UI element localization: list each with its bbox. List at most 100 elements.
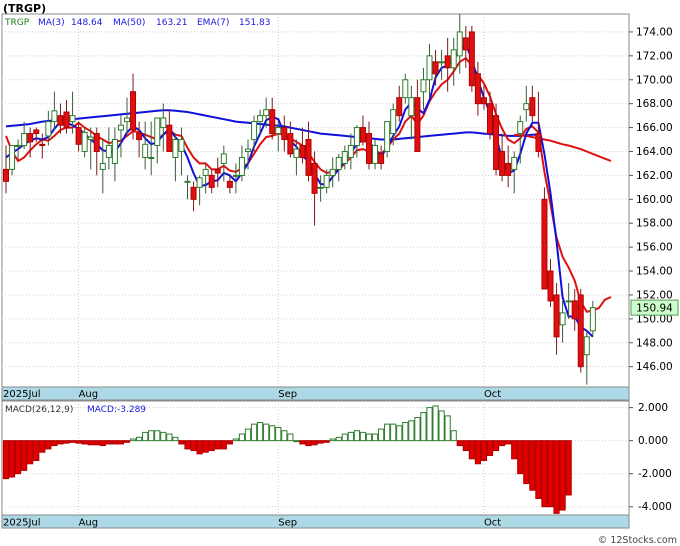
macd-bar-positive xyxy=(390,423,397,442)
candle-body-up xyxy=(21,133,28,147)
macd-bar-negative xyxy=(123,440,131,443)
macd-bar-positive xyxy=(426,407,433,442)
candle xyxy=(541,187,548,290)
candle-body-up xyxy=(184,180,191,183)
macd-bar-negative xyxy=(299,440,306,445)
candle-body-up xyxy=(565,300,572,303)
macd-bar-positive xyxy=(396,425,403,442)
candle-body-down xyxy=(541,198,548,290)
legend-ema7-value: 151.83 xyxy=(239,18,271,28)
macd-bar-negative xyxy=(51,440,58,447)
candle-body-up xyxy=(408,97,415,117)
macd-bar-positive xyxy=(371,433,379,442)
candle-body-up xyxy=(317,186,324,189)
macd-bar-positive xyxy=(257,421,264,442)
chart-title: (TRGP) xyxy=(3,2,46,15)
macd-bar-negative xyxy=(75,440,82,444)
price-y-tick-label: 160.00 xyxy=(636,194,673,206)
macd-bar-negative xyxy=(33,440,40,461)
candle-body-up xyxy=(372,145,379,164)
candle-body-up xyxy=(511,156,518,170)
macd-bar-negative xyxy=(311,440,318,446)
candle-body-up xyxy=(245,148,251,152)
candle-body-up xyxy=(517,121,524,135)
macd-bar-positive xyxy=(365,433,373,442)
macd-bar-positive xyxy=(378,428,385,442)
macd-bar-negative xyxy=(81,440,88,445)
macd-bar-negative xyxy=(511,440,518,460)
price-y-tick-label: 164.00 xyxy=(636,146,673,158)
candle-body-up xyxy=(251,121,258,141)
candle-body-down xyxy=(166,124,173,152)
macd-bar-negative xyxy=(517,440,524,475)
macd-bar-negative xyxy=(480,440,488,461)
candle-body-down xyxy=(535,133,542,152)
macd-bar-positive xyxy=(450,430,457,442)
macd-bar-negative xyxy=(69,440,76,443)
candle-body-up xyxy=(583,336,590,356)
macd-bar-negative xyxy=(492,440,500,452)
candle-body-down xyxy=(359,127,366,143)
macd-bar-negative xyxy=(317,440,324,444)
macd-x-tick-label: Oct xyxy=(484,518,501,529)
macd-x-tick-label: Aug xyxy=(79,518,99,529)
macd-bar-positive xyxy=(402,421,409,442)
macd-bar-negative xyxy=(541,440,548,508)
macd-bar-positive xyxy=(408,420,415,442)
macd-bar-positive xyxy=(384,423,391,442)
price-y-axis: 146.00148.00150.00152.00154.00156.00158.… xyxy=(629,26,673,373)
last-price-tag: 150.94 xyxy=(630,299,679,316)
candle-body-down xyxy=(474,73,481,105)
candle-body-up xyxy=(51,110,58,123)
macd-y-tick-label: 2.000 xyxy=(638,402,668,414)
price-y-tick-label: 162.00 xyxy=(636,170,673,182)
candle-body-up xyxy=(402,79,409,99)
candle-body-up xyxy=(99,162,106,170)
candle-body-down xyxy=(190,186,197,200)
candle-body-up xyxy=(124,117,130,123)
candle-body-down xyxy=(366,133,372,164)
candle-body-up xyxy=(15,145,22,148)
candle-body-down xyxy=(287,133,294,155)
candle-body-up xyxy=(341,150,348,164)
candle-body-up xyxy=(456,31,463,57)
macd-bar-negative xyxy=(87,440,94,446)
macd-bar-positive xyxy=(293,440,300,443)
macd-bar-positive xyxy=(160,431,167,442)
candle-body-up xyxy=(323,174,330,188)
macd-bar-negative xyxy=(2,440,10,480)
macd-bar-negative xyxy=(117,440,125,445)
macd-bar-positive xyxy=(444,415,451,442)
candle-body-down xyxy=(468,31,475,87)
candle-body-up xyxy=(154,117,161,147)
macd-y-tick-label: -2.000 xyxy=(638,468,672,480)
macd-bar-negative xyxy=(456,440,463,447)
legend-ma50-value: 163.21 xyxy=(156,18,188,28)
macd-bar-positive xyxy=(281,430,288,442)
price-y-tick-label: 168.00 xyxy=(636,98,673,110)
macd-bar-negative xyxy=(93,440,100,446)
macd-bar-positive xyxy=(432,405,439,442)
candle-body-down xyxy=(33,129,40,135)
candle-body-up xyxy=(232,174,239,177)
macd-bar-positive xyxy=(359,431,367,442)
candle xyxy=(577,288,584,373)
candle-body-down xyxy=(462,37,469,51)
candle-body-up xyxy=(238,156,245,176)
macd-bar-negative xyxy=(529,440,536,491)
candle-body-up xyxy=(559,312,566,326)
price-y-tick-label: 156.00 xyxy=(636,242,673,254)
candle-body-up xyxy=(257,115,264,123)
candle-body-up xyxy=(220,153,227,164)
macd-bar-negative xyxy=(39,440,46,453)
candle-body-down xyxy=(480,97,487,105)
macd-bar-negative xyxy=(196,440,203,455)
macd-bar-negative xyxy=(63,440,70,444)
macd-bar-positive xyxy=(438,410,445,442)
macd-bar-negative xyxy=(462,440,469,452)
candle-body-down xyxy=(396,97,403,117)
macd-legend-value: MACD:-3.289 xyxy=(87,405,146,415)
candle-body-down xyxy=(529,97,536,117)
macd-bar-positive xyxy=(335,436,342,442)
candle-body-up xyxy=(390,109,397,135)
